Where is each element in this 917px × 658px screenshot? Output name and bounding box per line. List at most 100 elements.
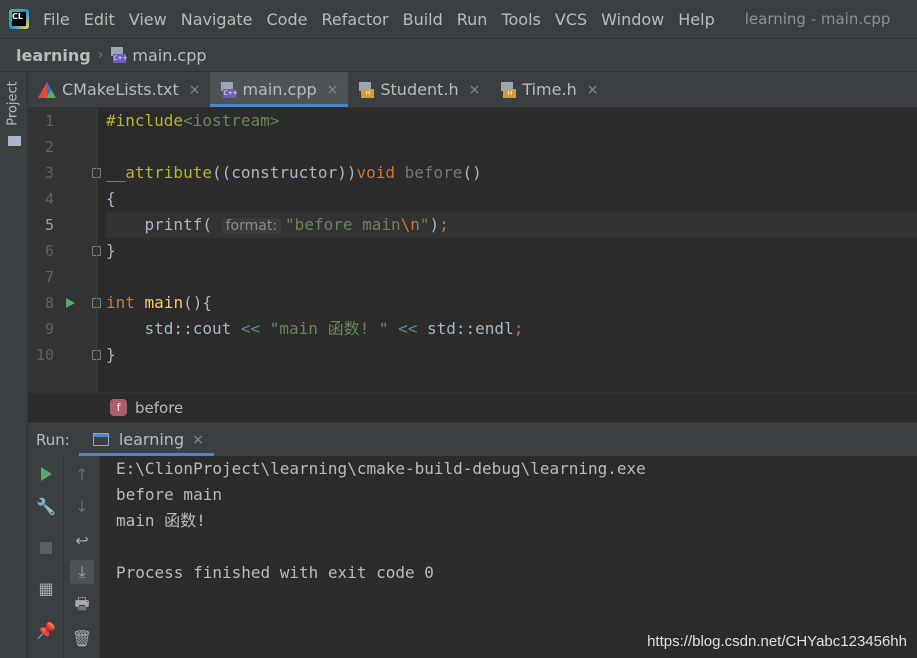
run-panel-header: Run: learning × [28, 422, 917, 456]
code-line: } [106, 345, 116, 364]
console-line: Process finished with exit code 0 [116, 563, 434, 582]
console-line: main 函数! [116, 511, 206, 530]
line-number: 3 [44, 164, 54, 182]
soft-wrap-button[interactable]: ↩ [70, 528, 94, 552]
menu-vcs[interactable]: VCS [549, 10, 595, 29]
menu-file[interactable]: File [37, 10, 78, 29]
arrow-up-icon: ↑ [75, 464, 89, 484]
rerun-button[interactable] [34, 462, 58, 486]
cpp-file-icon: C++ [220, 81, 238, 98]
line-number: 5 [44, 216, 54, 234]
chevron-right-icon: › [97, 47, 104, 63]
menu-run[interactable]: Run [451, 10, 496, 29]
close-icon[interactable]: × [587, 82, 599, 98]
print-button[interactable]: 🖶 [70, 594, 94, 618]
menu-code[interactable]: Code [261, 10, 316, 29]
arrow-down-icon: ↓ [75, 496, 89, 516]
line-number: 4 [44, 190, 54, 208]
run-console[interactable]: E:\ClionProject\learning\cmake-build-deb… [100, 456, 917, 658]
tab-time-h[interactable]: H Time.h × [490, 72, 608, 107]
clion-logo-icon: CL [9, 9, 29, 29]
scroll-to-end-button[interactable]: ⤓ [70, 560, 94, 584]
line-number: 10 [36, 346, 55, 364]
watermark-text: https://blog.csdn.net/CHYabc123456hh [647, 633, 907, 650]
code-line: { [106, 189, 116, 208]
folder-icon [8, 136, 21, 146]
editor-gutter: 1 2 3 4 5 6 7 8 9 10 [28, 108, 101, 392]
menu-tools[interactable]: Tools [495, 10, 548, 29]
tab-student-h[interactable]: H Student.h × [348, 72, 490, 107]
line-number: 2 [44, 138, 54, 156]
line-number: 7 [44, 268, 54, 286]
menu-refactor[interactable]: Refactor [315, 10, 396, 29]
menu-build[interactable]: Build [397, 10, 451, 29]
soft-wrap-icon: ↩ [75, 530, 89, 550]
window-title: learning - main.cpp [744, 10, 891, 28]
console-line: before main [116, 485, 222, 504]
next-occurrence-button[interactable]: ↓ [70, 494, 94, 518]
menu-window[interactable]: Window [595, 10, 672, 29]
console-icon [92, 433, 109, 446]
clear-all-button[interactable]: 🗑 [70, 626, 94, 650]
run-toolbar-right: ↑ ↓ ↩ ⤓ 🖶 🗑 [64, 456, 100, 658]
edit-configuration-button[interactable]: 🔧 [34, 494, 58, 518]
editor-breadcrumb: f before [28, 392, 917, 422]
breadcrumb-file[interactable]: main.cpp [132, 46, 206, 65]
line-number: 1 [44, 112, 54, 130]
print-icon: 🖶 [74, 593, 90, 613]
close-icon[interactable]: × [192, 432, 204, 448]
project-tool-button[interactable]: Project [6, 76, 22, 146]
code-editor[interactable]: 1 2 3 4 5 6 7 8 9 10 #include<iostream> … [28, 108, 917, 392]
trash-icon: 🗑 [71, 628, 93, 648]
layout-icon: ▦ [38, 578, 54, 598]
pin-tab-button[interactable]: 📌 [34, 618, 58, 642]
tab-cmakelists[interactable]: CMakeLists.txt × [28, 72, 210, 107]
code-line: #include<iostream> [106, 111, 280, 130]
menu-bar: CL File Edit View Navigate Code Refactor… [0, 0, 917, 38]
cmake-icon [38, 81, 56, 98]
run-tab-learning[interactable]: learning × [78, 423, 214, 456]
previous-occurrence-button[interactable]: ↑ [70, 462, 94, 486]
close-icon[interactable]: × [327, 82, 339, 98]
editor-tab-bar: CMakeLists.txt × C++ main.cpp × H Studen… [28, 72, 917, 108]
parameter-hint: format: [221, 218, 282, 234]
code-line: int main(){ [106, 293, 212, 312]
left-tool-strip: Project [0, 72, 28, 658]
run-gutter-icon[interactable] [66, 298, 75, 308]
header-file-icon: H [358, 81, 375, 98]
code-line: __attribute((constructor))void before() [106, 163, 482, 182]
tab-label: CMakeLists.txt [62, 80, 179, 99]
stop-button[interactable] [34, 536, 58, 560]
tab-label: main.cpp [242, 80, 317, 99]
layout-button[interactable]: ▦ [34, 576, 58, 600]
line-number: 8 [44, 294, 54, 312]
console-line: E:\ClionProject\learning\cmake-build-deb… [116, 459, 646, 478]
code-line: std::cout << "main 函数! " << std::endl; [144, 319, 524, 338]
close-icon[interactable]: × [469, 82, 481, 98]
breadcrumb-function[interactable]: before [135, 399, 183, 417]
code-area[interactable]: #include<iostream> __attribute((construc… [106, 108, 917, 392]
pin-icon: 📌 [36, 620, 56, 640]
menu-navigate[interactable]: Navigate [175, 10, 261, 29]
function-icon: f [110, 399, 127, 416]
close-icon[interactable]: × [189, 82, 201, 98]
project-tool-label: Project [5, 81, 21, 126]
wrench-icon: 🔧 [36, 496, 56, 516]
gutter-divider [96, 108, 97, 392]
run-tab-label: learning [118, 430, 185, 449]
line-number: 6 [44, 242, 54, 260]
rerun-icon [40, 467, 52, 481]
line-number: 9 [44, 320, 54, 338]
cpp-file-icon: C++ [110, 47, 128, 63]
run-toolbar-left: 🔧 ▦ 📌 [28, 456, 64, 658]
menu-view[interactable]: View [123, 10, 175, 29]
navigation-bar: learning › C++ main.cpp [0, 38, 917, 72]
menu-help[interactable]: Help [672, 10, 722, 29]
breadcrumb-project[interactable]: learning [16, 46, 91, 65]
code-line-current: printf( format: "before main\n"); [106, 212, 917, 238]
menu-edit[interactable]: Edit [78, 10, 123, 29]
code-line: } [106, 241, 116, 260]
tab-main-cpp[interactable]: C++ main.cpp × [210, 72, 349, 107]
tab-label: Time.h [522, 80, 577, 99]
